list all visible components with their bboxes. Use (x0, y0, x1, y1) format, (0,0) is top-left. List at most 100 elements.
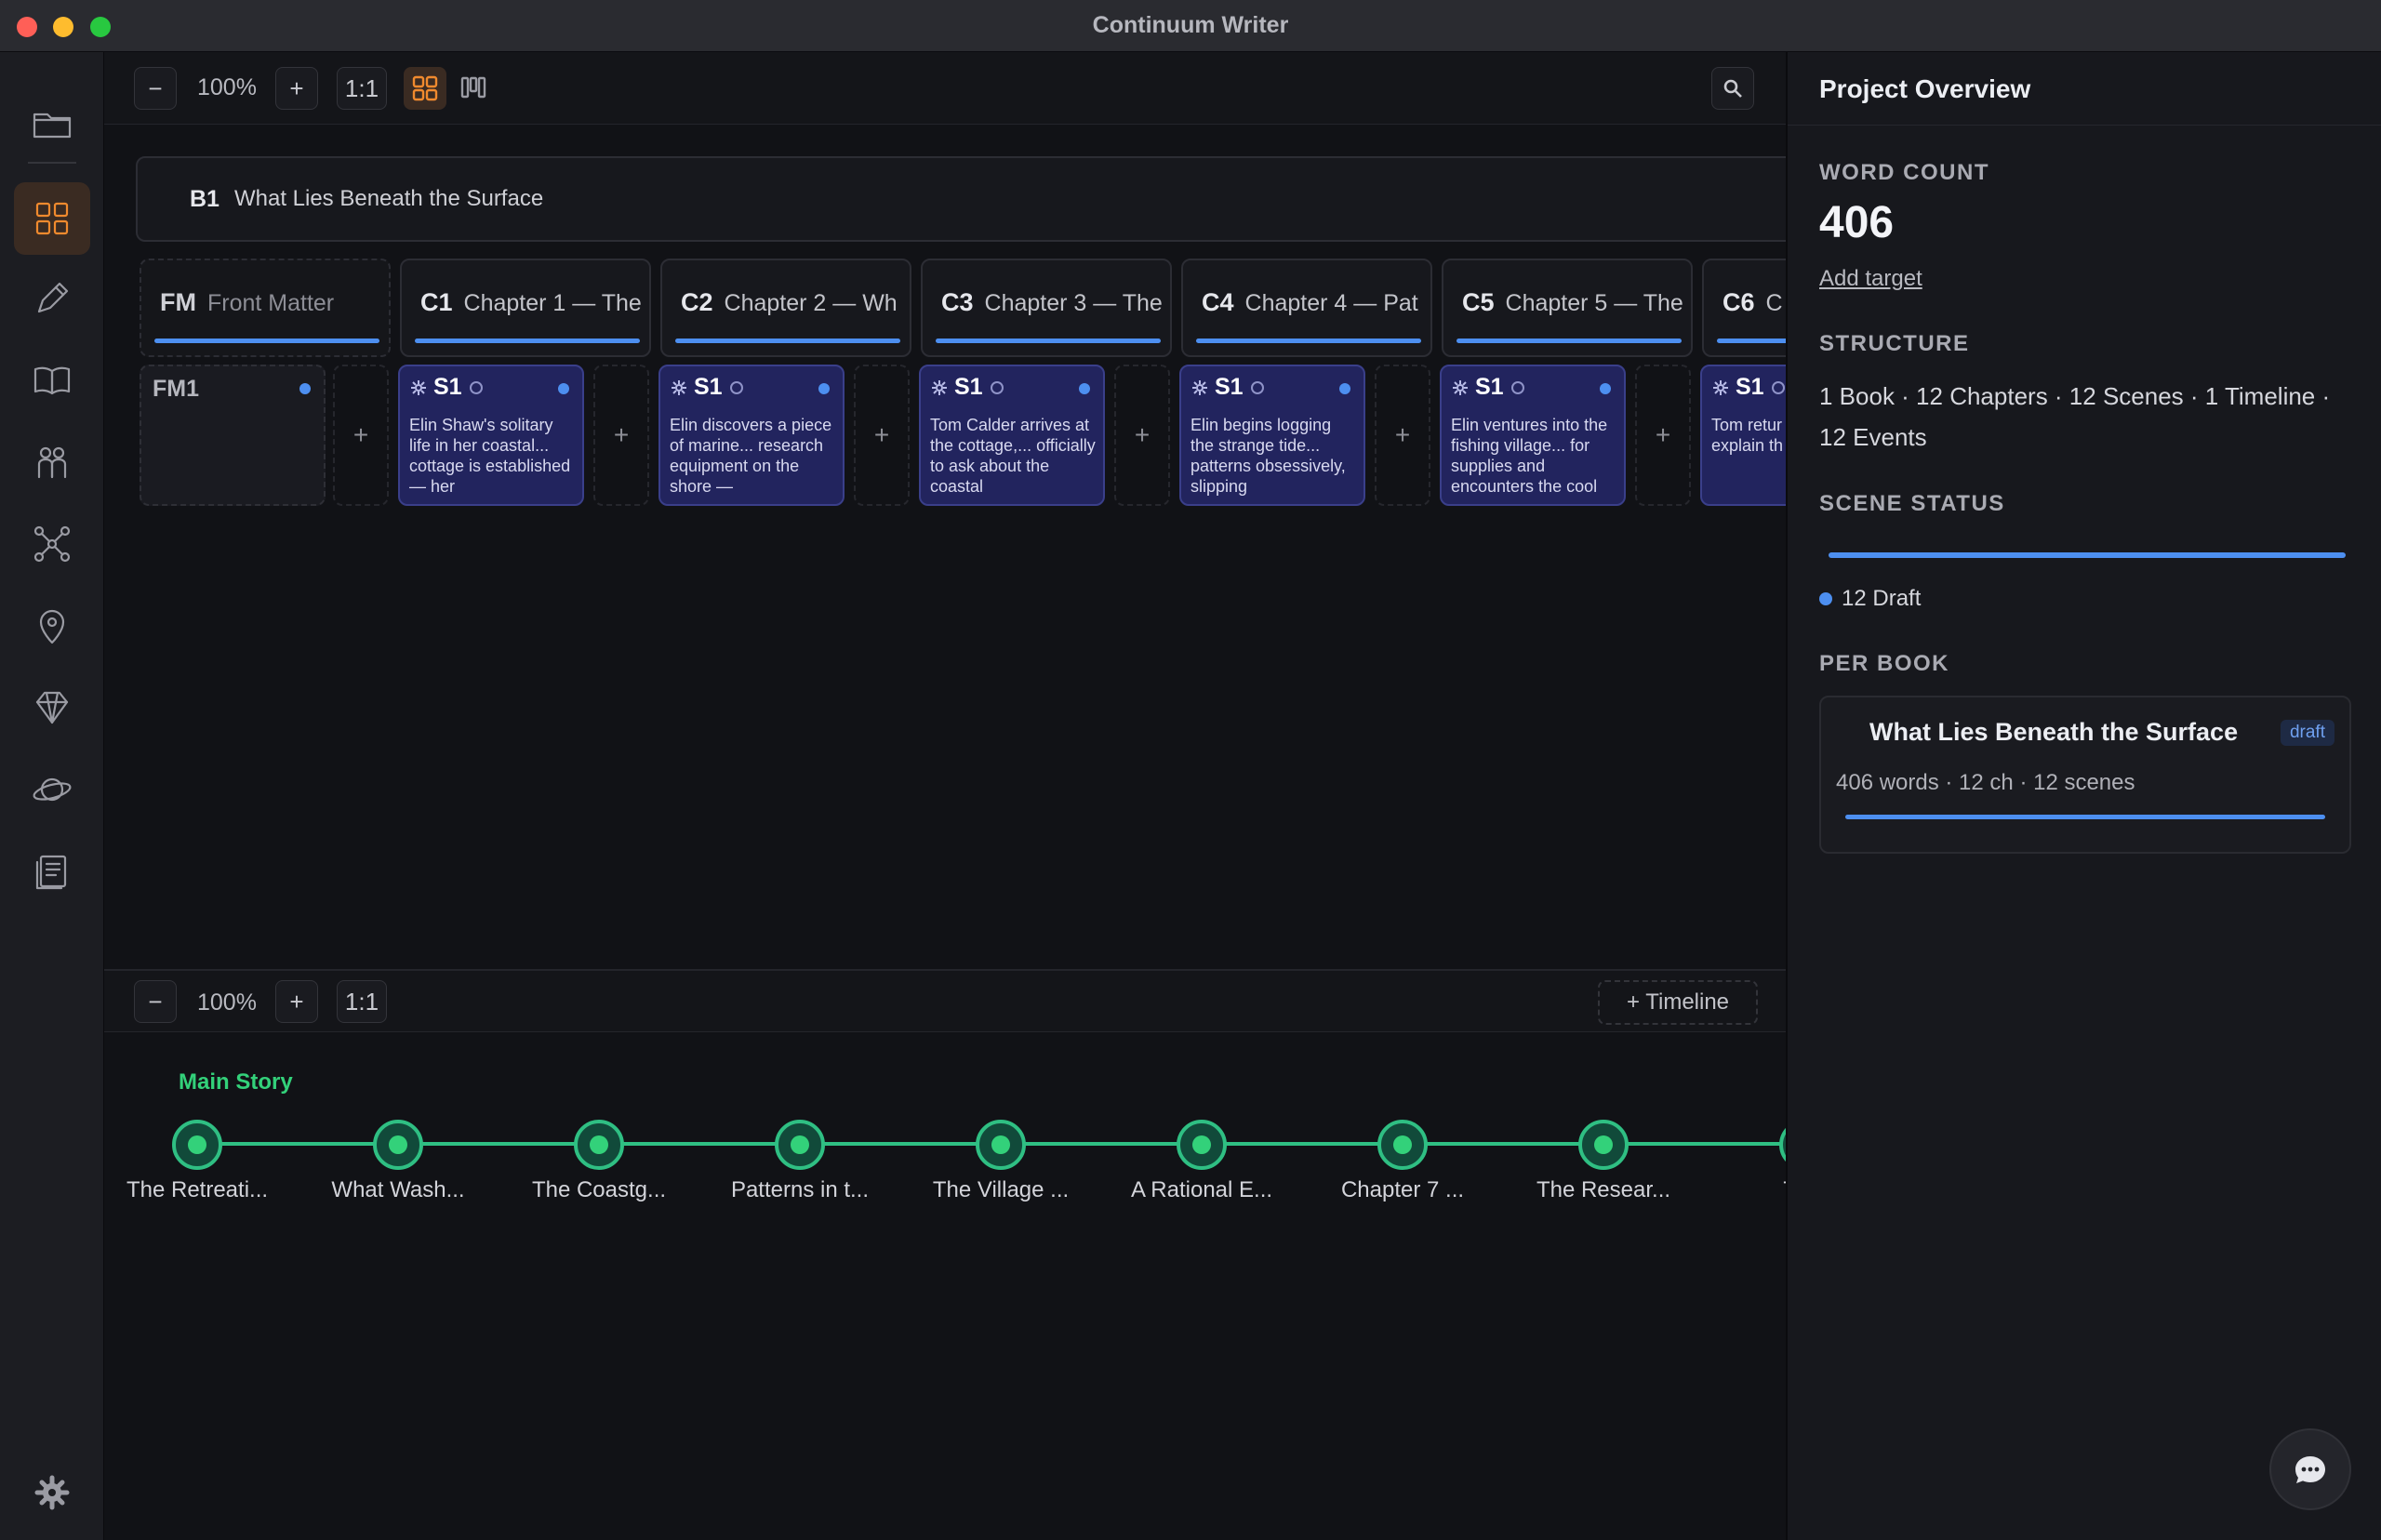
column-chapter-3[interactable]: C3 Chapter 3 — The (921, 259, 1172, 357)
timeline-event-node[interactable] (574, 1120, 624, 1170)
add-scene-button[interactable]: + (333, 365, 389, 506)
sidebar (0, 52, 104, 1540)
sidebar-item-locations[interactable] (14, 590, 90, 662)
status-badge: draft (2280, 720, 2334, 746)
book-header[interactable]: B1 What Lies Beneath the Surface (136, 156, 1786, 242)
pencil-icon (37, 282, 69, 313)
timeline-area: Main Story The Retreati... What Wash... Th… (104, 1032, 1786, 1540)
column-chapter-4[interactable]: C4 Chapter 4 — Pat (1181, 259, 1432, 357)
status-dot (1339, 383, 1350, 394)
sidebar-item-projects[interactable] (14, 87, 90, 160)
search-button[interactable] (1711, 67, 1754, 110)
grid-icon (35, 202, 69, 235)
timeline-event-label[interactable]: The Coastg... (506, 1177, 692, 1203)
word-count-value: 406 (1819, 198, 1895, 247)
scene-card[interactable]: S1 Elin begins logging the strange tide.… (1179, 365, 1365, 506)
add-target-link[interactable]: Add target (1819, 266, 1922, 292)
timeline-event-node[interactable] (775, 1120, 825, 1170)
add-timeline-button[interactable]: + Timeline (1598, 980, 1758, 1025)
scene-code: S1 (694, 374, 723, 400)
sidebar-item-settings[interactable] (14, 1456, 90, 1529)
zoom-out-button[interactable]: − (134, 67, 177, 110)
board-toolbar: − 100% + 1:1 (104, 52, 1786, 125)
column-title: Chapter 4 — Pat (1244, 290, 1418, 316)
timeline-event-label[interactable]: Patterns in t... (707, 1177, 893, 1203)
column-code: C3 (941, 288, 974, 316)
zoom-in-button[interactable]: + (275, 67, 318, 110)
column-chapter-2[interactable]: C2 Chapter 2 — Wh (660, 259, 911, 357)
panel-title: Project Overview (1819, 74, 2031, 103)
clock-icon (1510, 380, 1524, 394)
scene-summary: Tom retur official fir explain th up equ… (1711, 416, 1786, 455)
column-chapter-5[interactable]: C5 Chapter 5 — The (1442, 259, 1693, 357)
column-title: Front Matter (206, 290, 335, 316)
add-scene-button[interactable]: + (1114, 365, 1170, 506)
columns-icon (460, 76, 486, 99)
book-code: B1 (190, 185, 219, 212)
sidebar-item-notes[interactable] (14, 835, 90, 908)
timeline-event-label[interactable]: The Retreati... (104, 1177, 290, 1203)
clock-icon (990, 380, 1004, 394)
add-scene-button[interactable]: + (1635, 365, 1691, 506)
scene-status-label: SCENE STATUS (1819, 491, 2005, 516)
people-icon (37, 446, 67, 479)
scene-status-bar (1829, 552, 2346, 558)
scene-card[interactable]: S1 Tom retur official fir explain th up … (1700, 365, 1786, 506)
book-title: What Lies Beneath the Surface (233, 186, 544, 211)
add-scene-button[interactable]: + (854, 365, 910, 506)
status-dot (299, 383, 311, 394)
column-front-matter[interactable]: FM Front Matter (140, 259, 391, 357)
timeline-event-node[interactable] (1578, 1120, 1629, 1170)
timeline-event-label[interactable]: A Rational E... (1109, 1177, 1295, 1203)
front-matter-card[interactable]: FM1 (140, 365, 326, 506)
word-count-label: WORD COUNT (1819, 160, 1989, 185)
scene-card[interactable]: S1 Elin Shaw's solitary life in her coas… (398, 365, 584, 506)
scene-code: S1 (1736, 374, 1764, 400)
timeline-event-node[interactable] (1779, 1120, 1786, 1170)
add-scene-button[interactable]: + (593, 365, 649, 506)
timeline-zoom-out-button[interactable]: − (134, 980, 177, 1023)
column-title: Chapter 5 — The (1505, 290, 1683, 316)
event-dot (1393, 1135, 1412, 1154)
timeline-event-label[interactable]: What Wash... (305, 1177, 491, 1203)
timeline-event-node[interactable] (1377, 1120, 1428, 1170)
timeline-zoom-in-button[interactable]: + (275, 980, 318, 1023)
column-progress (1457, 339, 1682, 343)
sidebar-item-write[interactable] (14, 262, 90, 335)
grid-view-button[interactable] (404, 67, 446, 110)
event-dot (389, 1135, 407, 1154)
column-chapter-1[interactable]: C1 Chapter 1 — The (400, 259, 651, 357)
column-progress (415, 339, 640, 343)
timeline-event-label[interactable]: The Resear... (1510, 1177, 1696, 1203)
timeline-event-label[interactable]: The Village ... (908, 1177, 1094, 1203)
draft-dot (1819, 592, 1832, 605)
chat-button[interactable] (2269, 1428, 2351, 1510)
reset-zoom-button[interactable]: 1:1 (337, 67, 387, 110)
sidebar-item-characters[interactable] (14, 426, 90, 498)
structure-summary: 1 Book · 12 Chapters · 12 Scenes · 1 Tim… (1819, 382, 2331, 451)
scene-card[interactable]: S1 Elin ventures into the fishing villag… (1440, 365, 1626, 506)
sidebar-item-board[interactable] (14, 182, 90, 255)
timeline-event-node[interactable] (172, 1120, 222, 1170)
column-code: FM (160, 288, 196, 316)
sidebar-item-items[interactable] (14, 671, 90, 744)
timeline-event-node[interactable] (373, 1120, 423, 1170)
timeline-event-label[interactable]: Chapter 7 ... (1310, 1177, 1496, 1203)
add-scene-button[interactable]: + (1375, 365, 1430, 506)
timeline-reset-zoom-button[interactable]: 1:1 (337, 980, 387, 1023)
scene-card[interactable]: S1 Elin discovers a piece of marine... r… (658, 365, 845, 506)
sidebar-item-relationships[interactable] (14, 508, 90, 580)
event-dot (1192, 1135, 1211, 1154)
timeline-event-node[interactable] (976, 1120, 1026, 1170)
sidebar-item-worlds[interactable] (14, 753, 90, 826)
scene-card[interactable]: S1 Tom Calder arrives at the cottage,...… (919, 365, 1105, 506)
column-progress (1717, 339, 1786, 343)
column-chapter-6[interactable]: C6 C (1702, 259, 1786, 357)
column-view-button[interactable] (452, 67, 495, 110)
sidebar-item-books[interactable] (14, 344, 90, 417)
timeline-lane-title[interactable]: Main Story (179, 1069, 293, 1095)
timeline-event-label[interactable]: Tom (1711, 1177, 1786, 1203)
column-code: C2 (681, 288, 713, 316)
timeline-event-node[interactable] (1177, 1120, 1227, 1170)
book-stats-card[interactable]: What Lies Beneath the Surface draft 406 … (1819, 696, 2351, 854)
